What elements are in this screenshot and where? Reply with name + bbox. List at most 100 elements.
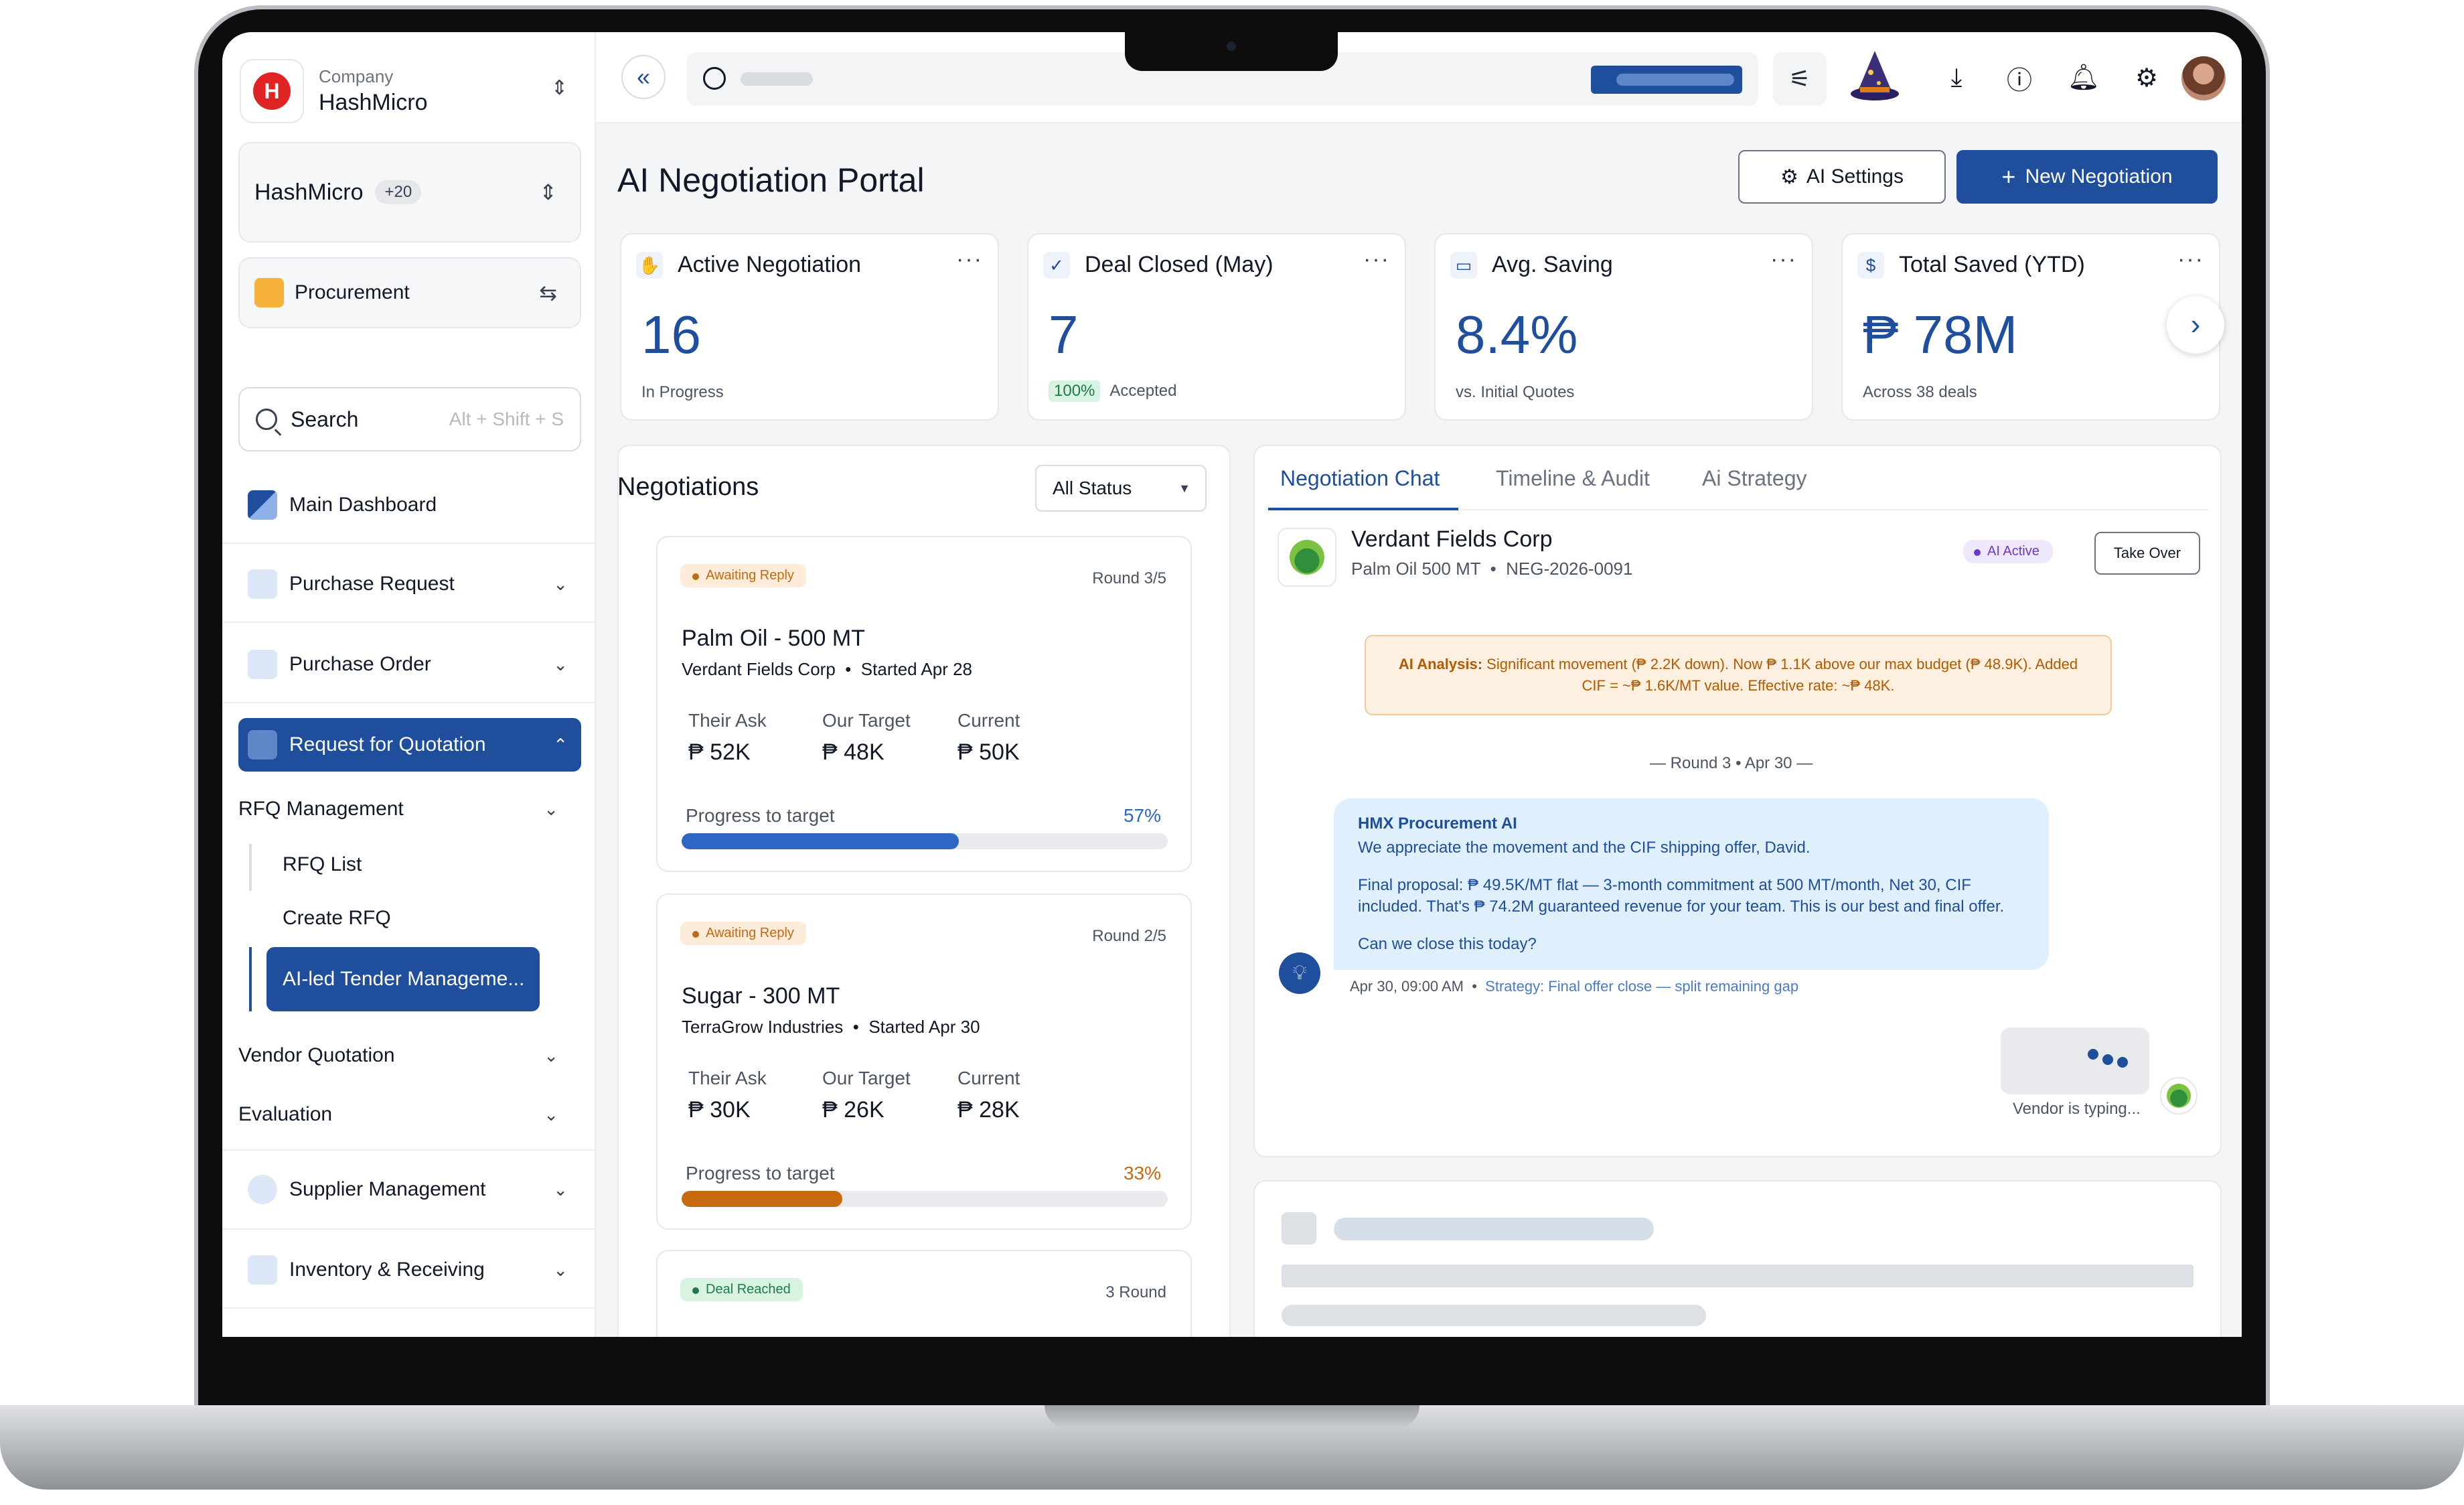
chevron-down-icon: ⌄ [544,1104,558,1125]
search-shortcut-hint: Alt + Shift + S [449,409,564,429]
workspace-switcher[interactable]: HashMicro +20 ⇕ [238,142,581,242]
current-value: ₱ 50K [957,739,1020,765]
workspace-name: HashMicro [254,179,364,205]
progress-fill [682,833,959,849]
sidebar-search[interactable]: Search Alt + Shift + S [238,387,581,451]
chevron-down-icon: ⌄ [553,1179,568,1200]
stat-card-active[interactable]: ✋ Active Negotiation ··· 16 In Progress [620,233,999,421]
progress-percent: 33% [1123,1163,1161,1184]
search-icon [703,67,726,90]
tab-negotiation-chat[interactable]: Negotiation Chat [1280,466,1440,491]
started-date: Started Apr 28 [860,659,973,679]
laptop-bezel [198,1337,2266,1407]
tab-timeline-audit[interactable]: Timeline & Audit [1496,466,1650,491]
nav-create-rfq[interactable]: Create RFQ [283,907,391,930]
negotiation-sub: TerraGrow Industries • Started Apr 30 [682,1017,980,1037]
search-filter-button[interactable] [1591,66,1742,94]
stat-card-avg-saving[interactable]: ▭ Avg. Saving ··· 8.4% vs. Initial Quote… [1434,233,1813,421]
nav-request-for-quotation[interactable]: Request for Quotation ⌃ [238,718,581,772]
nav-main-dashboard[interactable]: Main Dashboard [238,478,581,532]
camera-notch [1125,29,1338,71]
progress-percent: 57% [1123,805,1161,826]
more-icon[interactable]: ··· [956,246,983,273]
stats-next-button[interactable]: › [2167,296,2224,354]
ai-settings-button[interactable]: ⚙ AI Settings [1738,150,1946,204]
nav-rfq-list[interactable]: RFQ List [283,853,362,876]
ai-settings-label: AI Settings [1806,165,1904,188]
round-label: Round 2/5 [1092,927,1166,945]
message-line: Can we close this today? [1358,935,1537,953]
nav-label: Main Dashboard [289,494,437,516]
nav-rfq-management[interactable]: RFQ Management ⌄ [229,782,572,836]
negotiation-card[interactable]: Awaiting Reply Round 2/5 Sugar - 300 MT … [656,893,1192,1230]
negotiation-card[interactable]: Awaiting Reply Round 3/5 Palm Oil - 500 … [656,536,1192,872]
progress-label: Progress to target [686,805,835,826]
target-value: ₱ 26K [822,1097,884,1123]
bot-name: HMX Procurement AI [1358,814,1517,833]
nav-label: Vendor Quotation [238,1044,395,1066]
ai-analysis-banner: AI Analysis: Significant movement (₱ 2.2… [1365,635,2112,715]
take-over-button[interactable]: Take Over [2094,532,2200,575]
nav-vendor-quotation[interactable]: Vendor Quotation ⌄ [229,1029,572,1082]
download-icon[interactable]: ⤓ [1936,58,1977,98]
collapse-sidebar-button[interactable]: « [621,55,666,99]
more-icon[interactable]: ··· [2177,246,2204,273]
ai-active-badge: AI Active [1963,540,2053,563]
ask-value: ₱ 52K [688,739,751,765]
bell-icon[interactable]: 🔔︎ [2064,58,2104,98]
stat-title: Deal Closed (May) [1085,252,1274,277]
message-line: Final proposal: ₱ 49.5K/MT flat — 3-mont… [1358,876,2005,916]
skeleton-block [1282,1305,1706,1326]
vendor-name: Verdant Fields Corp [682,659,836,679]
wallet-icon: ▭ [1450,252,1477,279]
nav-evaluation[interactable]: Evaluation ⌄ [229,1088,572,1141]
laptop-base [0,1405,2464,1490]
avatar[interactable] [2181,56,2226,100]
progress-bar [682,1191,1168,1207]
ai-message-bubble: HMX Procurement AI We appreciate the mov… [1334,798,2049,970]
current-label: Current [957,710,1020,731]
nav-ai-tender[interactable]: AI-led Tender Manageme... [266,947,540,1011]
progress-fill [682,1191,842,1207]
new-negotiation-button[interactable]: + New Negotiation [1956,150,2218,204]
tree-line [249,844,252,891]
chevron-updown-icon: ⇕ [550,77,568,99]
nav-purchase-order[interactable]: Purchase Order ⌄ [238,638,581,691]
chevron-up-icon: ⌃ [553,734,568,755]
negotiation-card[interactable]: Deal Reached 3 Round [656,1250,1192,1337]
tab-ai-strategy[interactable]: Ai Strategy [1702,466,1807,491]
more-icon[interactable]: ··· [1770,246,1797,273]
help-icon[interactable]: ⓘ [1999,58,2039,98]
target-label: Our Target [822,1068,911,1088]
company-switcher[interactable]: H Company HashMicro ⇕ [240,58,574,125]
nav-inventory-receiving[interactable]: Inventory & Receiving ⌄ [238,1243,581,1297]
vendor-name: TerraGrow Industries [682,1017,844,1037]
wizard-hat-icon[interactable] [1848,48,1902,104]
target-label: Our Target [822,710,911,731]
stat-card-deal-closed[interactable]: ✓ Deal Closed (May) ··· 7 100% Accepted [1027,233,1406,421]
tune-icon[interactable]: ⚟ [1773,52,1827,106]
page-title: AI Negotiation Portal [617,161,925,199]
chat-vendor-name: Verdant Fields Corp [1351,526,1553,552]
nav-purchase-request[interactable]: Purchase Request ⌄ [238,557,581,611]
status-filter-value: All Status [1053,478,1132,498]
chevron-down-icon: ⌄ [553,654,568,674]
stat-title: Avg. Saving [1492,252,1613,277]
stat-title: Total Saved (YTD) [1899,252,2085,277]
nav-supplier-management[interactable]: Supplier Management ⌄ [238,1163,581,1216]
nav-label: Request for Quotation [289,733,486,756]
stat-sub: In Progress [641,383,724,401]
message-time: Apr 30, 09:00 AM [1350,978,1464,995]
chevron-down-icon: ⌄ [544,1045,558,1066]
gear-icon[interactable]: ⚙ [2127,58,2167,98]
vendor-avatar [2160,1077,2198,1115]
more-icon[interactable]: ··· [1363,246,1390,273]
stat-card-total-saved[interactable]: $ Total Saved (YTD) ··· ₱ 78M Across 38 … [1841,233,2220,421]
chevron-down-icon: ⌄ [544,798,558,819]
chevron-down-icon: ⌄ [553,573,568,594]
status-badge: Awaiting Reply [680,922,806,945]
module-switcher[interactable]: Procurement ⇆ [238,257,581,328]
tree-line-active [249,947,252,1011]
status-filter-select[interactable]: All Status ▼ [1035,465,1207,512]
chevron-down-icon: ⌄ [553,1259,568,1280]
